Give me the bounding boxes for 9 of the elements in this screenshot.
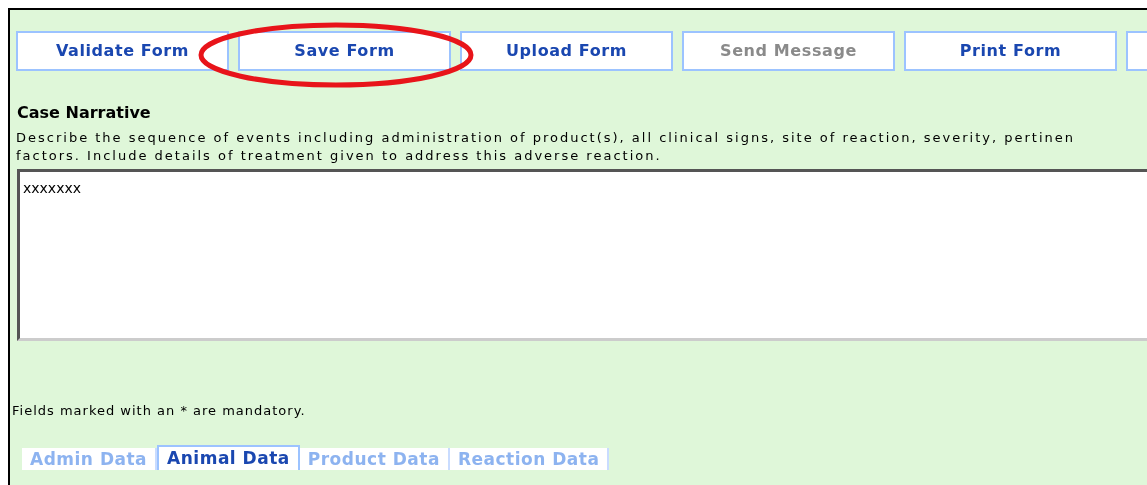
section-heading: Case Narrative [17, 102, 152, 124]
toolbar-button[interactable]: Save Form [238, 31, 451, 71]
toolbar-button[interactable]: Upload Form [460, 31, 673, 71]
tab[interactable]: Animal Data [157, 444, 300, 470]
toolbar-button[interactable]: Validate Form [16, 31, 229, 71]
mandatory-note: Fields marked with an * are mandatory. [12, 402, 307, 420]
toolbar-button[interactable]: Print Form [904, 31, 1117, 71]
narrative-field[interactable]: xxxxxxx [17, 169, 1147, 341]
description-text: Describe the sequence of events including administration of product(s), all clinical signs, site of reaction, severity, pertinen factors. Include details of treatment given to address this adverse reaction. [16, 129, 1077, 165]
